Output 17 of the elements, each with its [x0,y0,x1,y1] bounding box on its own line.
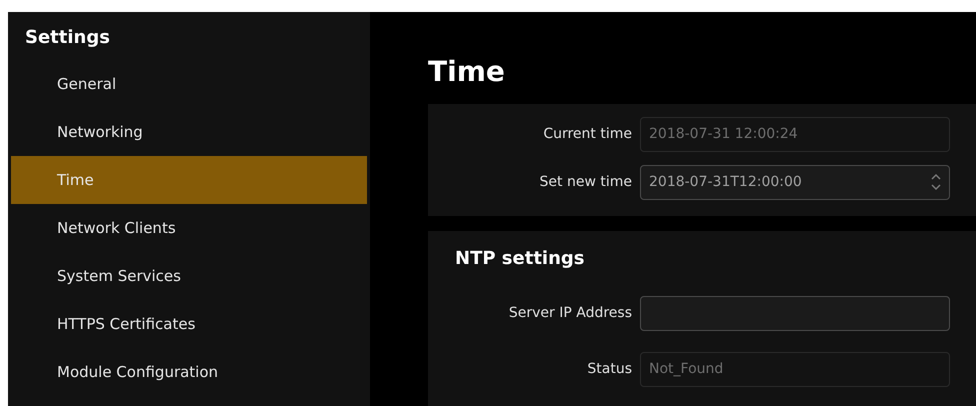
section-title: NTP settings [454,247,586,271]
field-label: Server IP Address [508,304,633,322]
sidebar-item[interactable]: HTTPS Certificates [11,300,367,348]
sidebar-title: Settings [24,26,111,50]
field-label: Current time [542,124,633,144]
page-title: Time [428,54,506,90]
sidebar-item[interactable]: Time [11,156,367,204]
field-label: Set new time [538,172,633,192]
sidebar-item[interactable]: Module Configuration [11,348,367,396]
input-field[interactable] [640,296,950,330]
sidebar-item[interactable]: Networking [11,108,367,156]
input-field[interactable]: 2018-07-31T12:00:00 [640,164,950,200]
spinner-icon[interactable] [931,173,941,191]
field-label: Status [586,360,633,378]
sidebar-item[interactable]: Network Clients [11,204,367,252]
sidebar-item[interactable]: System Services [11,252,367,300]
sidebar-item[interactable]: General [11,60,367,108]
